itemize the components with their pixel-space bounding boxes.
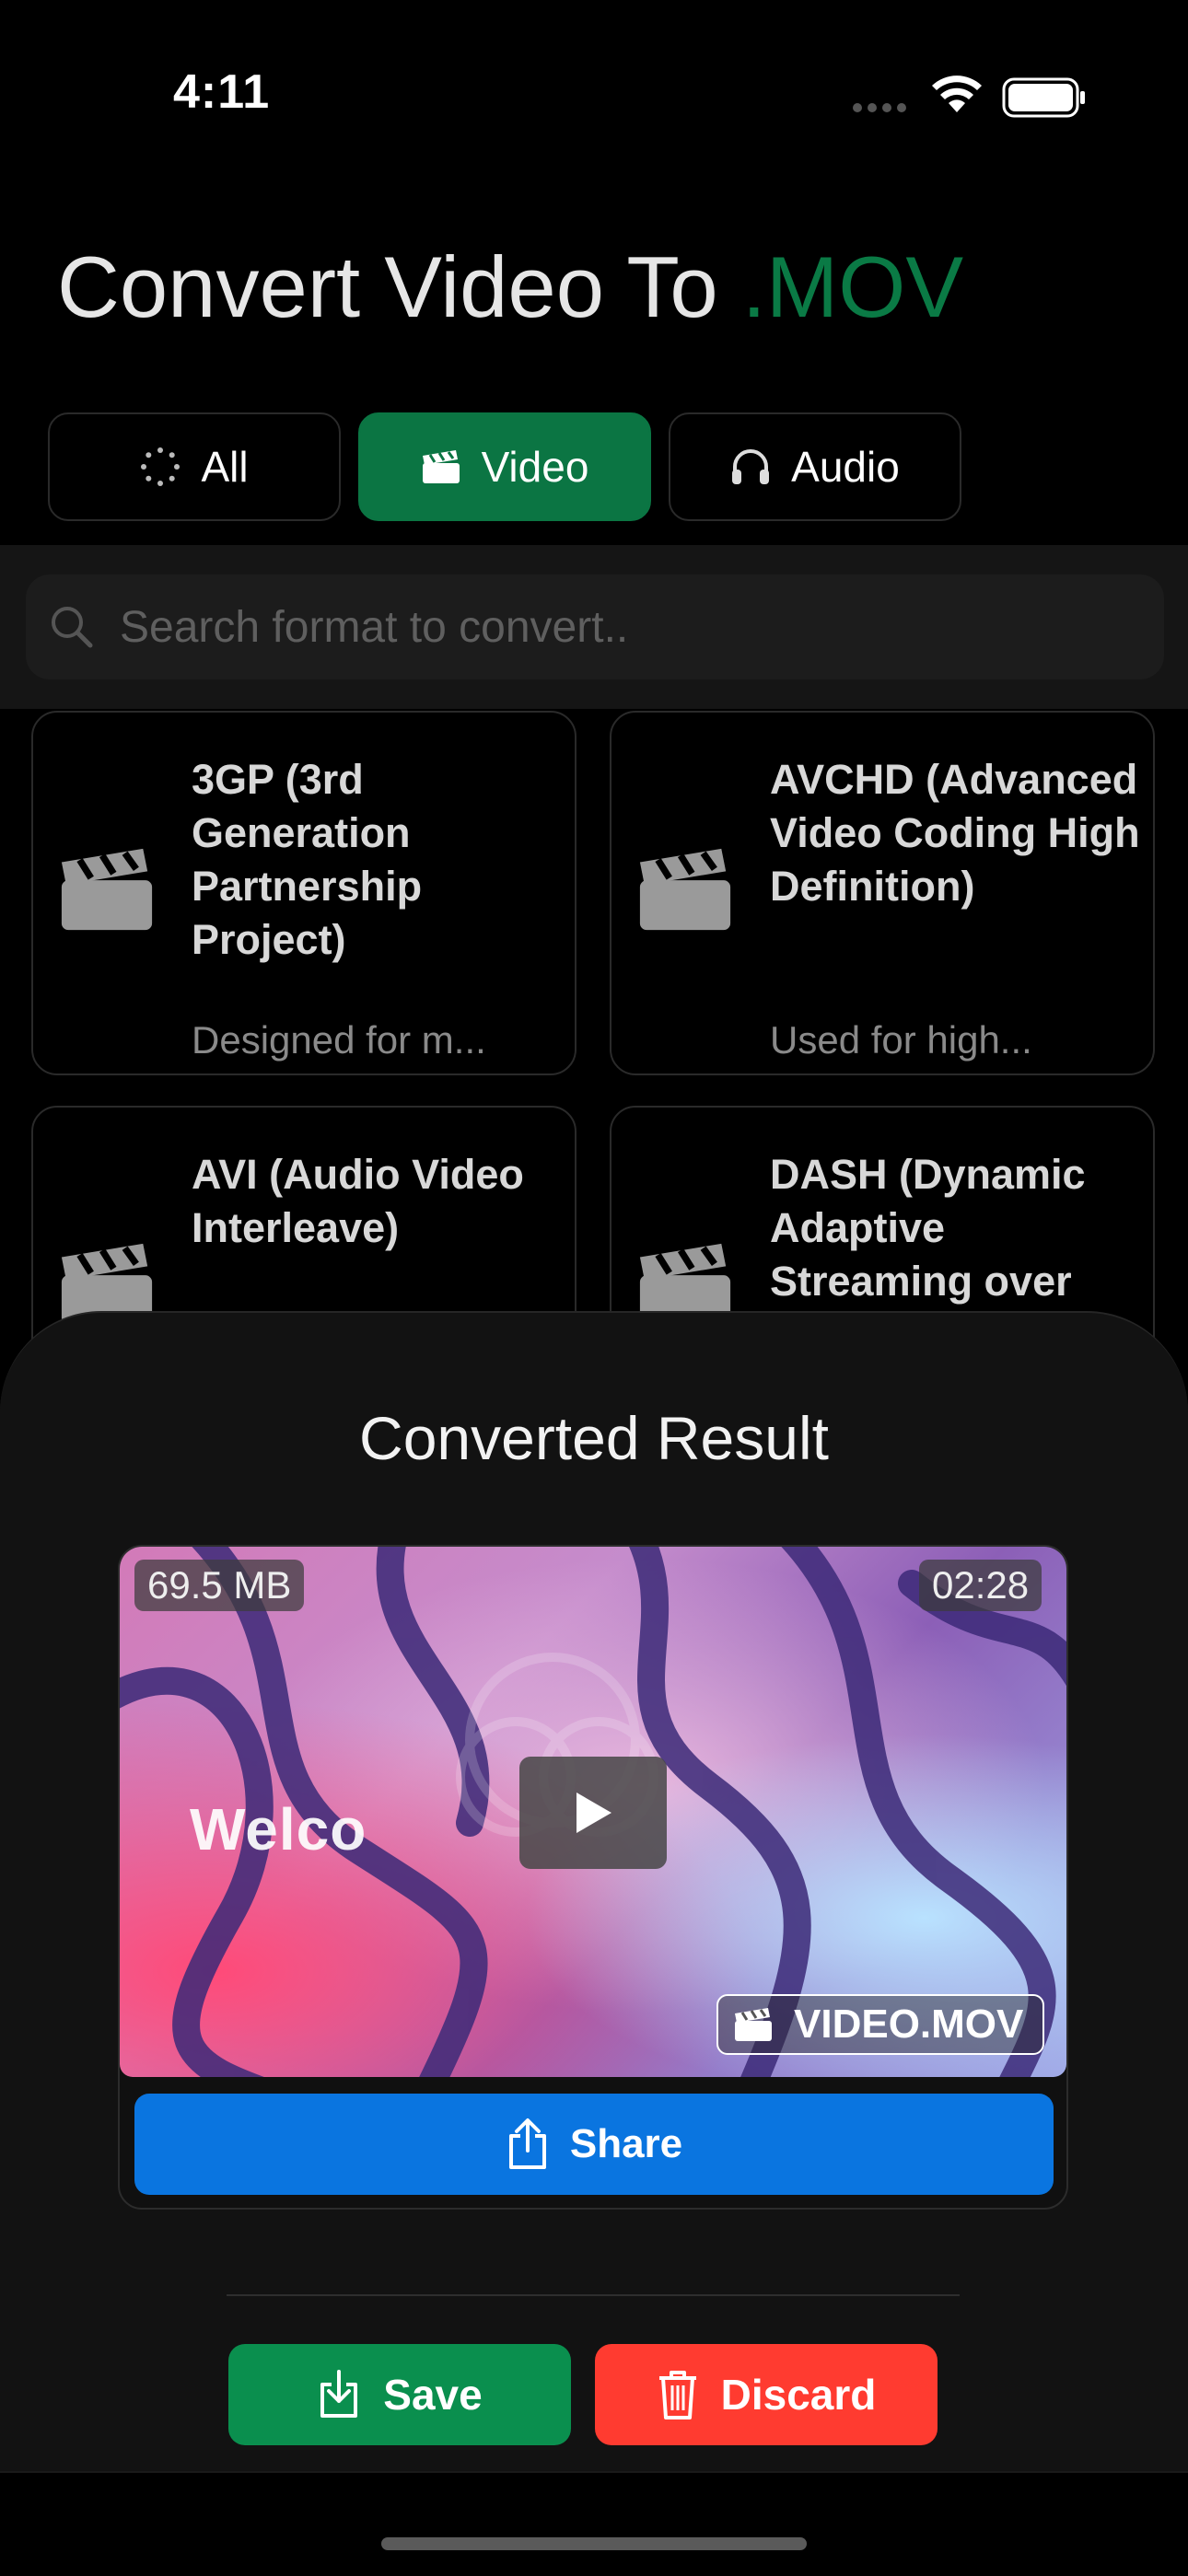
save-label: Save [383,2371,483,2419]
duration-badge: 02:28 [919,1560,1042,1611]
format-name: DASH (Dynamic Adaptive Streaming over [770,1151,1086,1305]
wifi-icon [932,75,982,112]
cellular-signal-icon [853,103,906,112]
clapperboard-icon [61,848,153,931]
format-name: AVI (Audio Video Interleave) [192,1151,524,1251]
video-overlay-text: Welco [190,1796,367,1862]
home-area [0,2471,1188,2576]
filter-audio-label: Audio [791,443,900,491]
filter-video-button[interactable]: Video [358,412,651,521]
trash-icon [658,2371,696,2419]
title-prefix: Convert Video To [57,238,718,335]
search-placeholder: Search format to convert.. [120,602,629,652]
share-label: Share [569,2121,683,2166]
play-icon [577,1793,611,1833]
headphones-icon [732,449,770,484]
search-icon [52,607,93,648]
sheet-title: Converted Result [359,1404,829,1472]
filter-audio-button[interactable]: Audio [669,412,961,521]
clapperboard-icon [735,2008,772,2041]
filter-all-label: All [201,443,249,491]
status-time: 4:11 [173,65,271,119]
divider [227,2294,960,2296]
clapperboard-icon [639,848,731,931]
format-description: Used for high... [770,1018,1032,1062]
battery-icon [1002,77,1085,118]
format-card-avchd[interactable]: AVCHD (Advanced Video Coding High Defini… [610,711,1155,1075]
page-title: Convert Video To .MOV [57,238,963,337]
format-name: 3GP (3rd Generation Partnership Project) [192,756,423,963]
title-format: .MOV [741,238,964,335]
format-name: AVCHD (Advanced Video Coding High Defini… [770,756,1140,910]
file-size-badge: 69.5 MB [134,1560,305,1611]
clapperboard-icon [422,450,460,483]
discard-label: Discard [720,2371,877,2419]
file-name: VIDEO.MOV [794,2002,1024,2047]
format-description: Designed for m... [192,1018,486,1062]
spinner-icon [141,447,181,486]
file-name-tag: VIDEO.MOV [716,1994,1044,2055]
save-button[interactable]: Save [228,2344,571,2445]
filter-video-label: Video [481,443,589,491]
home-indicator[interactable] [381,2537,807,2550]
search-input[interactable]: Search format to convert.. [26,574,1164,679]
play-button[interactable] [519,1757,667,1869]
format-card-3gp[interactable]: 3GP (3rd Generation Partnership Project)… [31,711,577,1075]
filter-all-button[interactable]: All [48,412,341,521]
share-icon [508,2118,546,2169]
download-icon [320,2370,358,2418]
discard-button[interactable]: Discard [595,2344,938,2445]
share-button[interactable]: Share [134,2094,1054,2195]
